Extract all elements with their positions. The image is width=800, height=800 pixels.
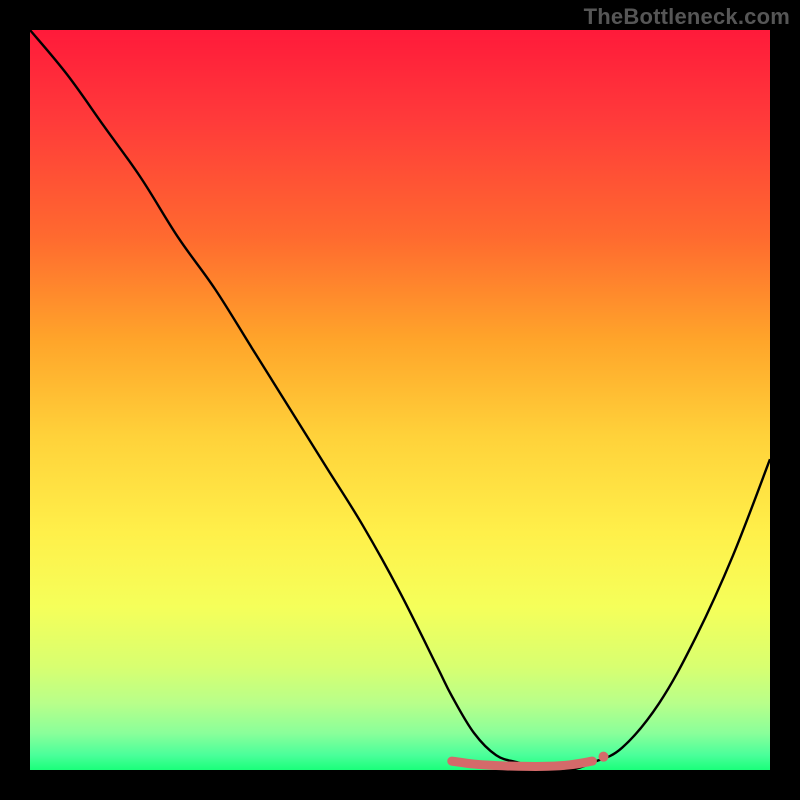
- optimal-band-end-dot: [599, 752, 609, 762]
- bottleneck-curve: [30, 30, 770, 771]
- optimal-band-marker: [452, 761, 593, 766]
- curve-layer: [30, 30, 770, 770]
- chart-frame: TheBottleneck.com: [0, 0, 800, 800]
- watermark-text: TheBottleneck.com: [584, 4, 790, 30]
